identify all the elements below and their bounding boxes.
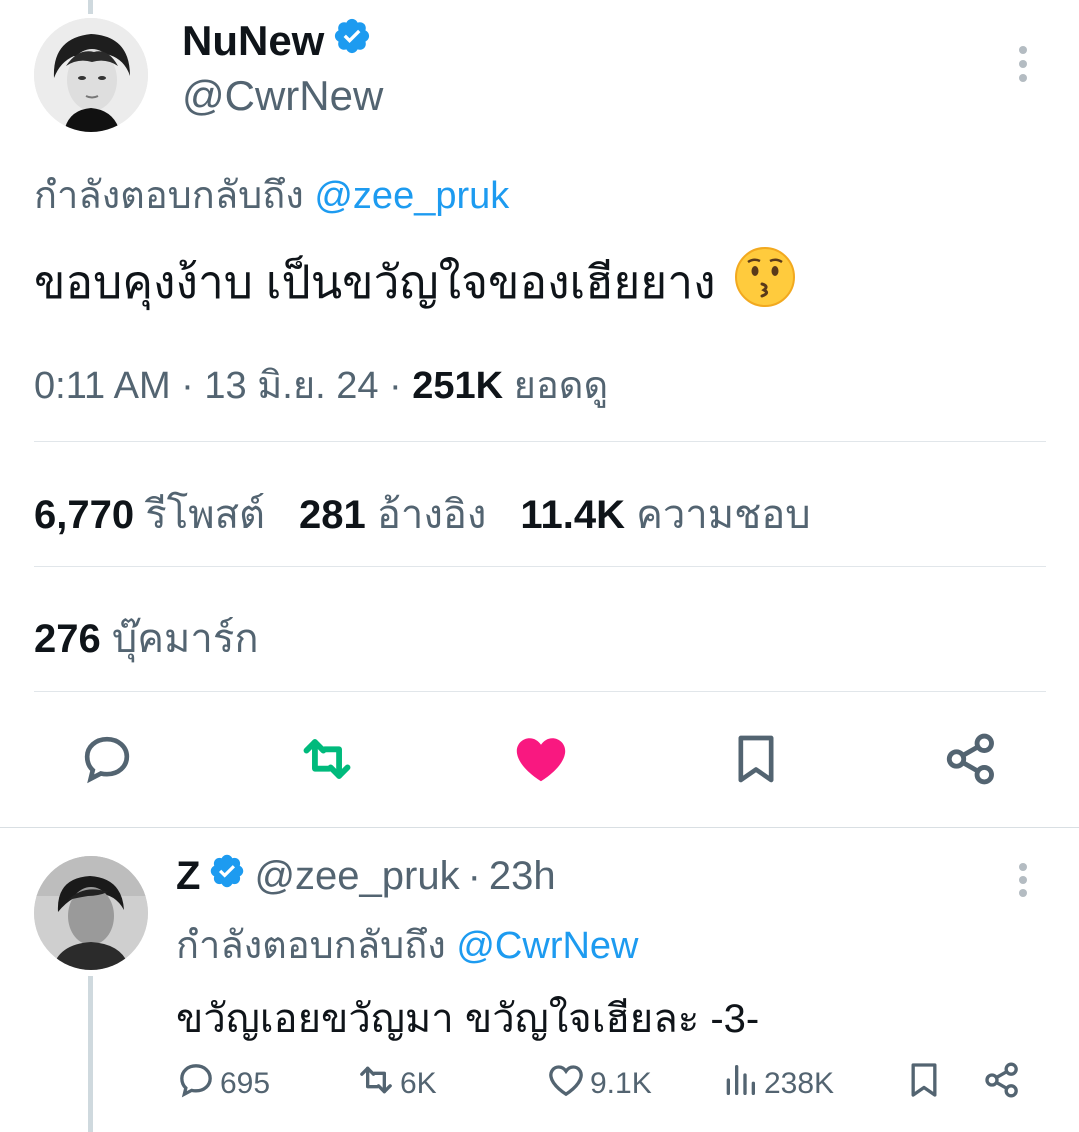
more-vertical-icon[interactable] — [1008, 42, 1038, 86]
views-count: 251K — [412, 365, 504, 407]
avatar-zee[interactable] — [34, 856, 148, 970]
reply-share-button[interactable] — [982, 1060, 1022, 1108]
replying-prefix: กำลังตอบกลับถึง — [176, 925, 446, 967]
quotes-stat[interactable]: 281 อ้างอิง — [299, 482, 486, 546]
tweet-detail-page: NuNew @CwrNew กำลังตอบกลับถึง @zee_pruk … — [0, 0, 1079, 1132]
views-icon — [720, 1060, 760, 1108]
divider — [34, 691, 1046, 692]
likes-count: 11.4K — [520, 493, 625, 537]
bookmarks-label: บุ๊คมาร์ก — [111, 617, 259, 661]
verified-badge-icon — [332, 16, 372, 66]
reply-button[interactable] — [76, 730, 138, 792]
reposts-stat[interactable]: 6,770 รีโพสต์ — [34, 482, 265, 546]
reply-reposts-count: 6K — [400, 1067, 437, 1100]
reply-icon — [176, 1060, 216, 1108]
bookmark-button[interactable] — [725, 730, 787, 792]
reposts-label: รีโพสต์ — [145, 493, 265, 537]
divider — [34, 566, 1046, 567]
reply-replies-button[interactable]: 695 — [176, 1060, 270, 1108]
bookmarks-stat[interactable]: 276 บุ๊คมาร์ก — [34, 606, 259, 670]
reply-replies-count: 695 — [220, 1067, 271, 1100]
reply-author-handle[interactable]: @zee_pruk — [254, 854, 459, 899]
reply-icon — [79, 731, 135, 792]
thread-connector — [88, 976, 93, 1132]
tweet-date[interactable]: 13 มิ.ย. 24 — [204, 365, 378, 407]
replying-to-link[interactable]: @CwrNew — [456, 925, 638, 967]
reposts-count: 6,770 — [34, 493, 135, 537]
verified-badge-icon — [208, 852, 246, 900]
replying-to-link[interactable]: @zee_pruk — [314, 175, 509, 217]
divider — [34, 441, 1046, 442]
repost-button[interactable] — [296, 730, 358, 792]
section-divider — [0, 827, 1079, 828]
engagement-stats: 6,770 รีโพสต์ 281 อ้างอิง 11.4K ความชอบ — [34, 482, 811, 546]
heart-icon — [512, 730, 570, 793]
kissing-face-emoji — [734, 246, 796, 319]
share-button[interactable] — [940, 730, 1002, 792]
avatar-nunew[interactable] — [34, 18, 148, 132]
reply-author-name[interactable]: Z — [176, 854, 200, 899]
meta-separator: · — [181, 365, 194, 407]
reply-header: Z @zee_pruk · 23h — [176, 852, 556, 900]
meta-separator: · — [467, 853, 481, 898]
thread-connector-top — [88, 0, 93, 14]
heart-icon — [546, 1060, 586, 1108]
quotes-label: อ้างอิง — [376, 493, 487, 537]
reply-replying-to-line: กำลังตอบกลับถึง @CwrNew — [176, 914, 639, 975]
repost-icon — [356, 1060, 396, 1108]
like-button[interactable] — [510, 730, 572, 792]
tweet-meta: 0:11 AM · 13 มิ.ย. 24 · 251K ยอดดู — [34, 354, 608, 415]
reply-text: ขวัญเอยขวัญมา ขวัญใจเฮียละ -3- — [176, 997, 760, 1041]
share-icon — [982, 1060, 1022, 1108]
replying-to-line: กำลังตอบกลับถึง @zee_pruk — [34, 164, 509, 225]
meta-separator: · — [389, 365, 402, 407]
reply-views-button[interactable]: 238K — [720, 1060, 834, 1108]
likes-label: ความชอบ — [636, 493, 811, 537]
tweet-text: ขอบคุงง้าบ เป็นขวัญใจของเฮียยาง — [34, 246, 796, 319]
bookmarks-count: 276 — [34, 617, 101, 661]
author-name[interactable]: NuNew — [182, 16, 372, 66]
bookmark-icon — [728, 731, 784, 792]
author-name-text: NuNew — [182, 17, 325, 64]
bookmark-icon — [904, 1060, 944, 1108]
replying-prefix: กำลังตอบกลับถึง — [34, 175, 304, 217]
reply-bookmark-button[interactable] — [904, 1060, 944, 1108]
tweet-time[interactable]: 0:11 AM — [34, 365, 171, 407]
reply-time-ago[interactable]: 23h — [489, 854, 556, 899]
reply-like-button[interactable]: 9.1K — [546, 1060, 652, 1108]
quotes-count: 281 — [298, 493, 366, 537]
reply-views-count: 238K — [764, 1067, 835, 1100]
share-icon — [942, 730, 1000, 793]
more-vertical-icon[interactable] — [1008, 860, 1038, 900]
author-handle[interactable]: @CwrNew — [182, 72, 383, 120]
reply-repost-button[interactable]: 6K — [356, 1060, 437, 1108]
repost-icon — [298, 730, 356, 793]
likes-stat[interactable]: 11.4K ความชอบ — [520, 482, 810, 546]
tweet-text-body: ขอบคุงง้าบ เป็นขวัญใจของเฮียยาง — [34, 256, 716, 308]
views-label: ยอดดู — [513, 365, 609, 407]
reply-likes-count: 9.1K — [590, 1067, 652, 1100]
